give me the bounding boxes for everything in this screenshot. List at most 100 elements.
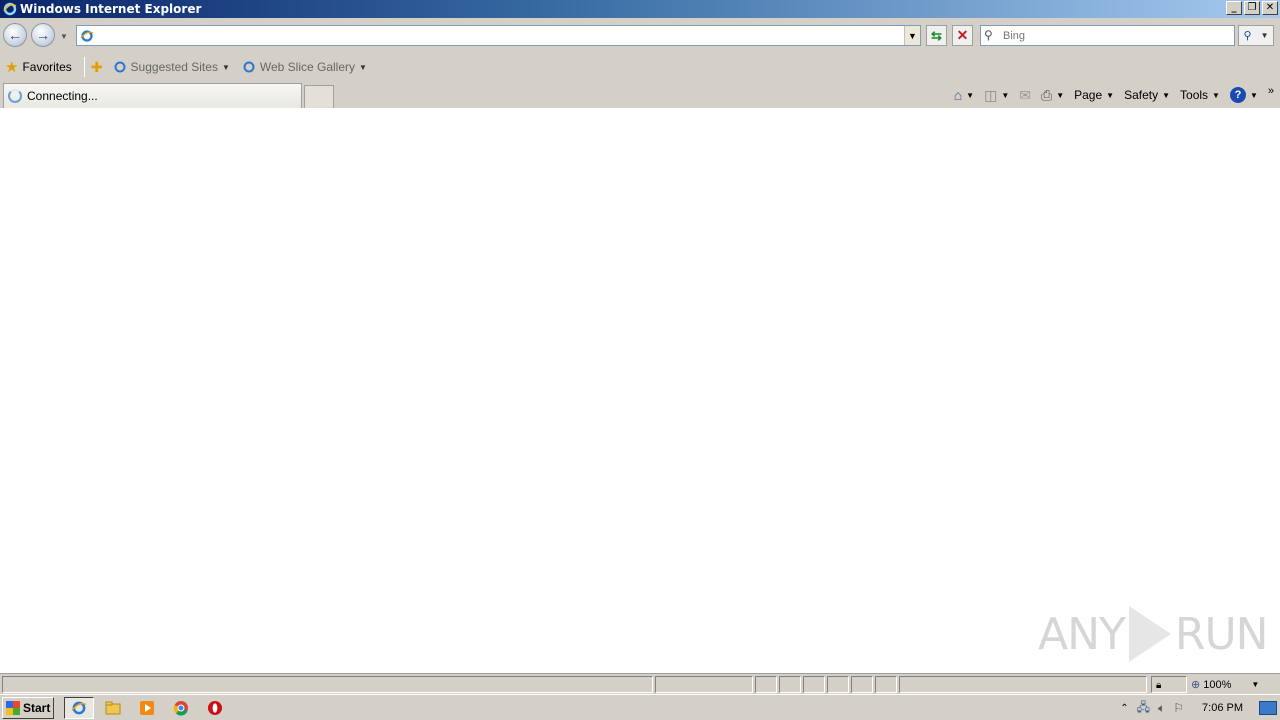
watermark-right-text: RUN: [1174, 608, 1269, 660]
help-icon: ?: [1229, 87, 1246, 103]
ie-icon: [114, 61, 126, 73]
search-box[interactable]: ⚲: [980, 25, 1235, 46]
divider: [83, 57, 85, 77]
web-slice-gallery-label: Web Slice Gallery: [259, 60, 356, 74]
print-icon: ⎙: [1040, 86, 1053, 103]
favorites-label: Favorites: [22, 60, 72, 74]
watermark-left-text: ANY: [1038, 608, 1126, 660]
taskbar-media-player-button[interactable]: [132, 697, 162, 719]
suggested-sites-link[interactable]: Suggested Sites ▼: [113, 60, 230, 74]
address-input[interactable]: [94, 26, 904, 45]
back-button[interactable]: ←: [3, 23, 27, 47]
system-tray: ⌃ 🖧︎ 🔈︎ ⚐ 7:06 PM: [1120, 697, 1280, 719]
close-button[interactable]: ✕: [1262, 1, 1278, 15]
mail-icon: ✉: [1019, 86, 1031, 103]
action-center-flag-icon[interactable]: ⚐: [1173, 701, 1184, 715]
browser-chrome: ← → ▼ ▼ ⇆ ✕ ⚲ ⚲ ▼ ★: [0, 18, 1280, 108]
forward-button[interactable]: →: [31, 23, 55, 47]
web-slice-gallery-link[interactable]: Web Slice Gallery ▼: [242, 60, 367, 74]
navigation-bar: ← → ▼ ▼ ⇆ ✕ ⚲ ⚲ ▼: [0, 18, 1280, 52]
new-tab-button[interactable]: [304, 85, 334, 108]
taskbar: Start ⌃ 🖧︎ 🔈︎ ⚐ 7:06 PM: [0, 694, 1280, 720]
status-pane: [827, 676, 849, 693]
search-button[interactable]: ⚲ ▼: [1238, 25, 1274, 46]
window-controls: _ ❐ ✕: [1226, 1, 1278, 15]
more-commands-icon[interactable]: »: [1268, 85, 1274, 97]
ie-icon: [80, 29, 94, 42]
page-menu-label: Page: [1074, 88, 1103, 102]
tab-bar: Connecting... ⌂ ▼ ◫ ▼ ✉ ⎙ ▼ Page ▼ Safety ▼: [0, 81, 1280, 108]
taskbar-explorer-button[interactable]: [98, 697, 128, 719]
tools-menu-label: Tools: [1180, 88, 1209, 102]
status-pane: [655, 676, 753, 693]
address-bar[interactable]: ▼: [76, 25, 921, 46]
minimize-button[interactable]: _: [1226, 1, 1242, 15]
search-options-dropdown[interactable]: ▼: [1261, 31, 1269, 40]
suggested-sites-label: Suggested Sites: [130, 60, 218, 74]
feeds-icon: ◫: [984, 86, 998, 103]
favorites-bar: ★ Favorites ✚ Suggested Sites ▼ Web Slic…: [0, 53, 1280, 81]
restore-button[interactable]: ❐: [1244, 1, 1260, 15]
taskbar-opera-button[interactable]: [200, 697, 230, 719]
home-icon: ⌂: [953, 87, 963, 103]
watermark-play-icon: [1128, 606, 1171, 662]
zoom-icon: ⊕: [1191, 679, 1201, 691]
show-desktop-icon[interactable]: [1259, 701, 1277, 715]
print-button[interactable]: ⎙ ▼: [1041, 87, 1064, 104]
status-pane: [851, 676, 873, 693]
windows-flag-icon: [6, 701, 20, 715]
read-mail-button[interactable]: ✉: [1019, 87, 1031, 104]
tab-active[interactable]: Connecting...: [3, 83, 302, 108]
taskbar-ie-button[interactable]: [64, 697, 94, 719]
help-menu[interactable]: ? ▼: [1229, 87, 1258, 103]
search-icon: ⚲: [1243, 30, 1252, 42]
page-content: [0, 108, 1280, 673]
lock-icon: 🔒︎: [1156, 680, 1162, 691]
status-bar: 🔒︎ ⊕ 100% ▼: [0, 673, 1280, 694]
status-pane: [779, 676, 801, 693]
ie-icon: [3, 2, 17, 16]
chrome-icon: [173, 701, 188, 716]
ie-icon: [243, 61, 255, 73]
status-text-pane: [2, 676, 653, 693]
tab-label: Connecting...: [27, 89, 98, 103]
start-button[interactable]: Start: [2, 697, 54, 719]
watermark: ANY RUN: [1038, 606, 1269, 662]
favorites-star-icon: ★: [5, 59, 19, 76]
protected-mode-button[interactable]: 🔒︎: [1151, 676, 1187, 693]
media-player-icon: [140, 701, 154, 715]
home-button[interactable]: ⌂ ▼: [954, 87, 974, 103]
stop-icon: ✕: [956, 27, 969, 43]
stop-button[interactable]: ✕: [952, 25, 973, 46]
zoom-level: 100%: [1203, 678, 1232, 691]
volume-icon[interactable]: 🔈︎: [1158, 701, 1165, 716]
favorites-button[interactable]: ★ Favorites: [5, 56, 78, 78]
safety-menu-label: Safety: [1124, 88, 1159, 102]
start-label: Start: [23, 701, 51, 715]
refresh-button[interactable]: ⇆: [926, 25, 947, 46]
zoom-control[interactable]: ⊕ 100% ▼: [1191, 676, 1259, 693]
address-dropdown-button[interactable]: ▼: [904, 26, 920, 45]
safety-menu[interactable]: Safety ▼: [1124, 88, 1170, 102]
clock[interactable]: 7:06 PM: [1202, 702, 1243, 714]
chevron-down-icon: ▼: [221, 62, 230, 72]
page-menu[interactable]: Page ▼: [1074, 88, 1114, 102]
show-hidden-icons-icon[interactable]: ⌃: [1120, 703, 1128, 714]
ie-icon: [71, 701, 87, 715]
recent-pages-dropdown[interactable]: ▼: [60, 32, 68, 41]
taskbar-chrome-button[interactable]: [166, 697, 196, 719]
status-pane: [803, 676, 825, 693]
status-zone-pane: [899, 676, 1147, 693]
command-bar: ⌂ ▼ ◫ ▼ ✉ ⎙ ▼ Page ▼ Safety ▼ Tools ▼ ? ▼: [944, 83, 1274, 107]
forward-arrow-icon: →: [36, 27, 50, 43]
loading-spinner-icon: [8, 89, 22, 103]
opera-icon: [208, 701, 222, 715]
search-input[interactable]: [1000, 29, 1234, 42]
tools-menu[interactable]: Tools ▼: [1180, 88, 1220, 102]
back-arrow-icon: ←: [8, 27, 22, 43]
add-favorite-icon[interactable]: ✚: [91, 59, 103, 76]
network-icon[interactable]: 🖧︎: [1137, 698, 1150, 719]
refresh-icon: ⇆: [931, 27, 942, 43]
title-bar: Windows Internet Explorer _ ❐ ✕: [0, 0, 1280, 18]
feeds-button[interactable]: ◫ ▼: [984, 87, 1009, 104]
